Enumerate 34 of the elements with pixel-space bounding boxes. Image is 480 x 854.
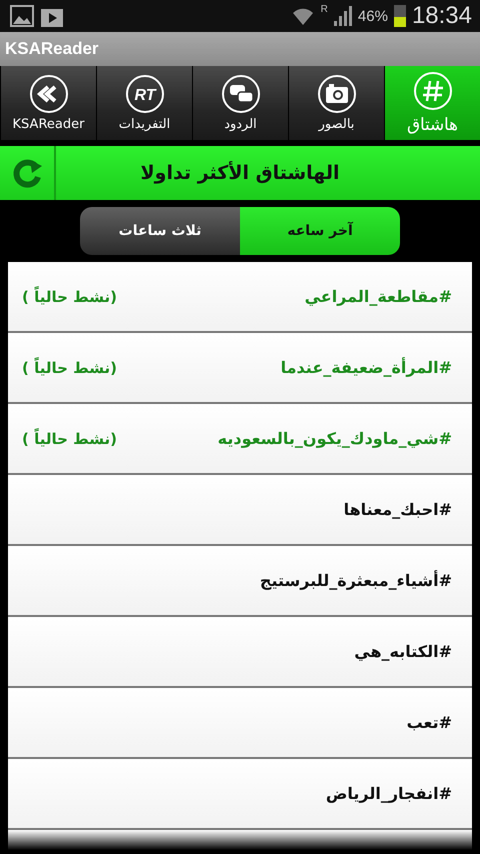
header-title: الهاشتاق الأكثر تداولا (140, 162, 340, 184)
active-status: (نشط حالياً ) (22, 288, 117, 306)
battery-percent: 46% (358, 8, 388, 24)
tab-label: هاشتاق (407, 114, 458, 135)
active-status: (نشط حالياً ) (22, 430, 117, 448)
app-title: KSAReader (5, 39, 99, 59)
hashtag-text: #أشياء_مبعثرة_للبرستيج (260, 571, 452, 590)
tab-label: بالصور (318, 117, 354, 132)
double-chevron-icon (28, 74, 68, 114)
camera-icon (316, 74, 356, 114)
rt-icon: RT (124, 74, 164, 114)
hash-icon (412, 71, 452, 111)
battery-icon (394, 5, 406, 27)
tab[interactable]: الردود (192, 66, 288, 140)
hashtag-text: #تعب (406, 713, 452, 732)
active-status: (نشط حالياً ) (22, 358, 117, 376)
hashtag-text: #الكتابه_هي (354, 642, 452, 661)
tab[interactable]: بالصور (288, 66, 384, 140)
tab-label: التفريدات (118, 117, 170, 132)
signal-icon (334, 6, 352, 26)
speech-bubbles-icon (220, 74, 260, 114)
hashtag-text: #شي_ماودك_يكون_بالسعوديه (218, 429, 452, 448)
hashtag-text: #مقاطعة_المراعي (304, 287, 452, 306)
hashtag-text: #احبك_معناها (344, 500, 452, 519)
tab-label: الردود (224, 117, 257, 132)
tab[interactable]: KSAReader (0, 66, 96, 140)
gallery-icon (10, 5, 34, 27)
segment-tab[interactable]: ثلاث ساعات (80, 207, 240, 255)
tab-label: KSAReader (12, 117, 84, 132)
hashtag-text: #المرأة_ضعيفة_عندما (280, 358, 452, 377)
roaming-indicator: R (320, 4, 328, 15)
segment-tab[interactable]: آخر ساعه (240, 207, 400, 255)
hashtag-text: #انفجار_الرياض (326, 784, 452, 803)
clock: 18:34 (412, 2, 472, 30)
